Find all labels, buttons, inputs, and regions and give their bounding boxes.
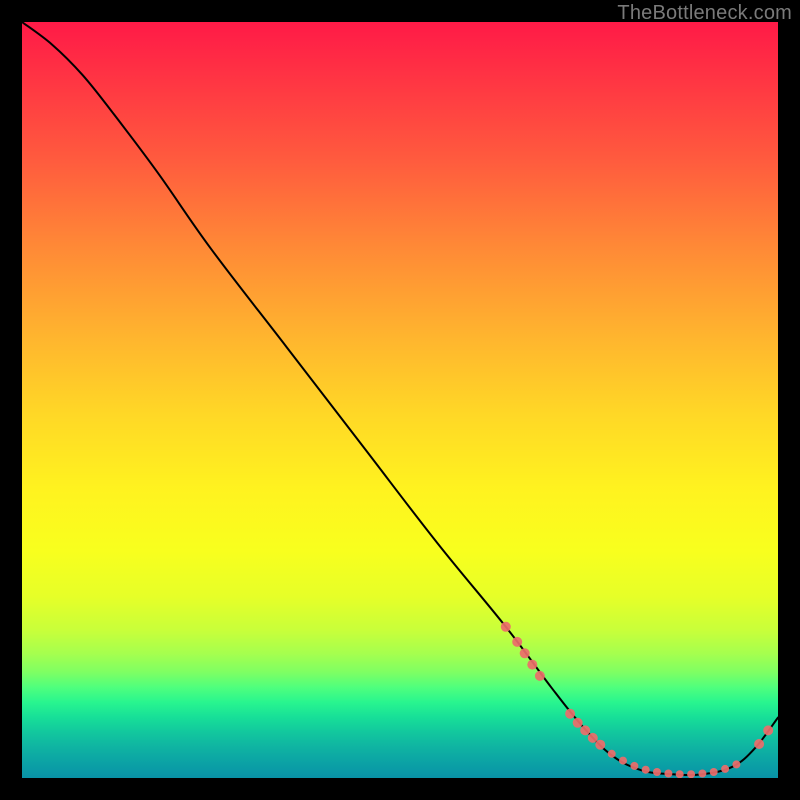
data-marker bbox=[565, 709, 575, 719]
data-marker bbox=[527, 660, 537, 670]
data-marker bbox=[501, 622, 511, 632]
data-marker bbox=[573, 718, 583, 728]
data-marker bbox=[710, 768, 718, 776]
data-marker bbox=[664, 770, 672, 778]
data-marker bbox=[763, 725, 773, 735]
data-marker bbox=[535, 671, 545, 681]
chart-stage: TheBottleneck.com bbox=[0, 0, 800, 800]
data-marker bbox=[630, 762, 638, 770]
data-marker bbox=[676, 770, 684, 778]
data-marker bbox=[588, 733, 598, 743]
data-marker bbox=[512, 637, 522, 647]
data-marker bbox=[642, 766, 650, 774]
data-marker bbox=[520, 648, 530, 658]
bottleneck-curve bbox=[22, 22, 778, 775]
data-marker bbox=[580, 725, 590, 735]
data-marker bbox=[687, 770, 695, 778]
watermark-text: TheBottleneck.com bbox=[617, 2, 792, 25]
data-marker bbox=[732, 760, 740, 768]
curve-layer bbox=[22, 22, 778, 778]
data-markers bbox=[501, 622, 773, 778]
data-marker bbox=[653, 768, 661, 776]
data-marker bbox=[721, 765, 729, 773]
data-marker bbox=[608, 750, 616, 758]
data-marker bbox=[754, 739, 764, 749]
data-marker bbox=[698, 770, 706, 778]
data-marker bbox=[619, 757, 627, 765]
plot-area bbox=[22, 22, 778, 778]
data-marker bbox=[595, 740, 605, 750]
